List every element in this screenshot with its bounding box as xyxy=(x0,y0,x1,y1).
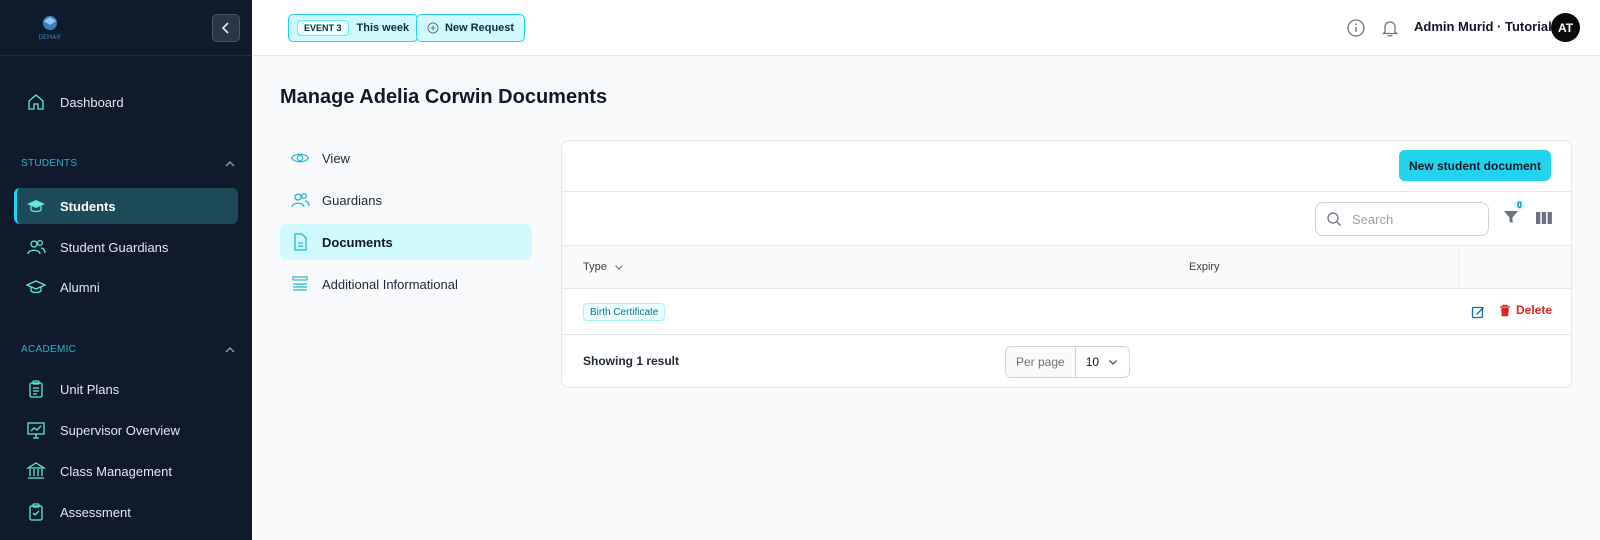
delete-label: Delete xyxy=(1516,303,1553,317)
users-icon xyxy=(291,192,310,208)
sidebar-collapse-button[interactable] xyxy=(212,14,240,42)
search-icon xyxy=(1327,212,1341,226)
sub-nav-label: View xyxy=(322,150,350,166)
sub-nav-documents[interactable]: Documents xyxy=(280,224,532,260)
sidebar-item-unit-plans[interactable]: Unit Plans xyxy=(14,371,238,407)
document-icon xyxy=(294,233,307,251)
new-request-label: New Request xyxy=(445,22,515,34)
chevron-down-icon xyxy=(1109,360,1117,365)
new-request-button[interactable]: New Request xyxy=(416,14,526,42)
search-placeholder: Search xyxy=(1352,211,1394,227)
documents-table-card: New student document Search 0 Type Expir… xyxy=(561,140,1572,388)
bell-icon[interactable] xyxy=(1380,18,1400,38)
sidebar-item-label: Assessment xyxy=(60,504,131,520)
logo-icon: DEMAIF xyxy=(39,16,62,41)
card-header: New student document xyxy=(562,141,1571,192)
per-page-select[interactable]: Per page 10 xyxy=(1005,346,1131,378)
table-header: Type Expiry xyxy=(562,246,1571,289)
event-chip[interactable]: EVENT 3 This week xyxy=(288,14,419,42)
sidebar-item-supervisor-overview[interactable]: Supervisor Overview xyxy=(14,412,238,448)
sidebar-item-label: Students xyxy=(60,198,116,214)
sidebar-item-assessment[interactable]: Assessment xyxy=(14,494,238,530)
list-icon xyxy=(292,276,308,291)
sub-nav-label: Additional Informational xyxy=(322,276,458,292)
column-label: Type xyxy=(583,261,607,273)
filter-icon xyxy=(1504,211,1518,223)
table-toolbar: Search 0 xyxy=(562,192,1571,246)
per-page-value: 10 xyxy=(1085,355,1100,369)
column-divider xyxy=(1458,246,1459,289)
chevron-left-icon xyxy=(221,22,229,34)
graduation-icon xyxy=(26,280,46,294)
chevron-up-icon xyxy=(225,160,235,166)
home-icon xyxy=(28,94,44,110)
topbar: EVENT 3 This week New Request Admin Muri… xyxy=(252,0,1600,56)
search-input[interactable]: Search xyxy=(1315,202,1489,236)
eye-icon xyxy=(290,153,310,163)
logo-text: DEMAIF xyxy=(39,34,62,41)
sidebar-header: DEMAIF xyxy=(0,0,252,56)
clipboard-icon xyxy=(29,380,43,398)
sidebar-item-alumni[interactable]: Alumni xyxy=(14,269,238,305)
sidebar-item-student-guardians[interactable]: Student Guardians xyxy=(14,229,238,265)
sub-nav-view[interactable]: View xyxy=(280,140,532,176)
table-row: Birth Certificate Delete xyxy=(562,289,1571,335)
sub-nav-guardians[interactable]: Guardians xyxy=(280,182,532,218)
delete-button[interactable]: Delete xyxy=(1499,303,1552,317)
section-academic[interactable]: ACADEMIC xyxy=(21,344,235,355)
section-students[interactable]: STUDENTS xyxy=(21,158,235,169)
user-name[interactable]: Admin Murid · Tutorial xyxy=(1414,19,1552,34)
clipboard-check-icon xyxy=(29,503,43,521)
edit-icon[interactable] xyxy=(1471,305,1485,319)
document-type-badge: Birth Certificate xyxy=(583,303,666,321)
sub-nav-label: Documents xyxy=(322,234,393,250)
sidebar-item-label: Alumni xyxy=(60,279,100,295)
users-icon xyxy=(27,239,46,255)
sub-nav-label: Guardians xyxy=(322,192,382,208)
section-label: STUDENTS xyxy=(21,158,78,169)
filter-button[interactable]: 0 xyxy=(1502,200,1526,228)
sidebar-item-dashboard[interactable]: Dashboard xyxy=(14,84,238,120)
sidebar-item-label: Class Management xyxy=(60,463,172,479)
sidebar-item-label: Dashboard xyxy=(60,94,124,110)
chevron-down-icon xyxy=(614,265,623,270)
new-student-document-button[interactable]: New student document xyxy=(1398,150,1551,181)
event-badge: EVENT 3 xyxy=(297,20,349,36)
plus-circle-icon xyxy=(427,22,439,34)
results-count: Showing 1 result xyxy=(583,354,680,368)
sidebar-item-class-management[interactable]: Class Management xyxy=(14,453,238,489)
event-label: This week xyxy=(356,22,410,34)
record-sub-nav: View Guardians Documents Additional Info… xyxy=(280,140,532,308)
building-library-icon xyxy=(26,462,46,479)
sidebar-item-label: Unit Plans xyxy=(60,381,120,397)
per-page-label: Per page xyxy=(1006,347,1076,377)
sub-nav-additional-informational[interactable]: Additional Informational xyxy=(280,266,532,302)
columns-icon[interactable] xyxy=(1535,209,1553,227)
page-title: Manage Adelia Corwin Documents xyxy=(280,86,608,108)
section-label: ACADEMIC xyxy=(21,344,77,355)
column-header-expiry: Expiry xyxy=(1189,261,1220,273)
chevron-up-icon xyxy=(225,346,235,352)
info-icon[interactable] xyxy=(1346,18,1366,38)
sidebar-item-label: Student Guardians xyxy=(60,239,169,255)
table-footer: Showing 1 result Per page 10 xyxy=(562,335,1571,388)
sidebar: DEMAIF Dashboard STUDENTS Students Stude… xyxy=(0,0,252,540)
trash-icon xyxy=(1500,304,1510,316)
sidebar-item-students[interactable]: Students xyxy=(14,188,238,224)
filter-count-badge: 0 xyxy=(1514,200,1526,210)
sidebar-item-label: Supervisor Overview xyxy=(60,422,180,438)
presentation-chart-icon xyxy=(27,422,45,439)
avatar[interactable]: AT xyxy=(1551,13,1580,42)
column-header-type[interactable]: Type xyxy=(583,261,625,273)
per-page-value-wrap[interactable]: 10 xyxy=(1076,347,1129,377)
graduation-cap-icon xyxy=(27,200,45,213)
